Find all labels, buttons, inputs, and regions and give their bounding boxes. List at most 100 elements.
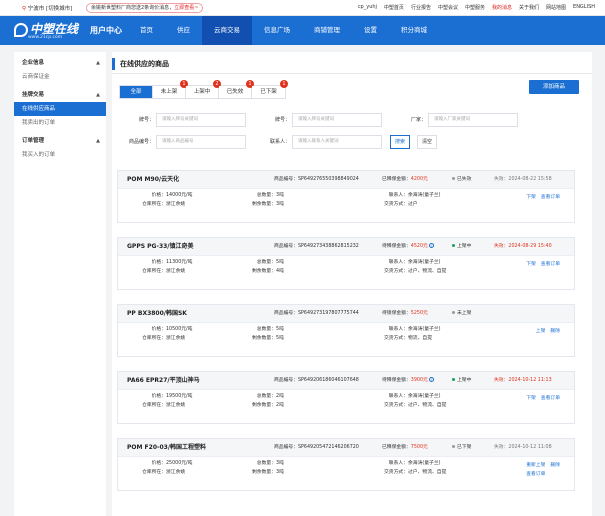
conference-link[interactable]: 中塑会议 <box>438 4 458 11</box>
delete-button[interactable]: 删除 <box>550 329 560 334</box>
warehouse-value: 浙江余姚 <box>166 470 186 475</box>
card-header: PA66 EPR27/平顶山神马 商品编号：SP64920618604610764… <box>118 372 574 390</box>
total-label: 总数量： <box>256 260 276 265</box>
delist-button[interactable]: 下架 <box>526 195 536 200</box>
nav-supply[interactable]: 供应 <box>165 16 202 45</box>
total-label: 总数量： <box>256 394 276 399</box>
delist-button[interactable]: 下架 <box>526 262 536 267</box>
product-name[interactable]: PA66 EPR27/平顶山神马 <box>127 372 200 390</box>
nav-points-mall[interactable]: 积分商城 <box>389 16 439 45</box>
product-name[interactable]: POM M90/云天化 <box>127 171 179 189</box>
tab-all[interactable]: 全部 <box>120 86 153 98</box>
nav-shop-manage[interactable]: 商铺管理 <box>302 16 352 45</box>
price-label: 价格： <box>151 327 166 332</box>
inquiry-notice[interactable]: 余姚新世塑料厂商您送2条询价消息，立即查看~ <box>86 3 204 13</box>
notice-link[interactable]: 立即查看~ <box>174 5 198 11</box>
clear-button[interactable]: 清空 <box>417 135 437 149</box>
card-actions: 下架 查看订单 <box>521 394 560 403</box>
group-title: 企业信息 <box>22 60 45 66</box>
price-value: 10500元/吨 <box>166 327 193 332</box>
total-value: 5吨 <box>276 260 284 265</box>
warehouse-value: 浙江余姚 <box>166 202 186 207</box>
service-link[interactable]: 中塑服务 <box>465 4 485 11</box>
home-link[interactable]: 中塑首页 <box>384 4 404 11</box>
sidebar-item-online-supply[interactable]: 在线供应商品 <box>14 102 106 116</box>
info-icon[interactable]: i <box>429 377 435 382</box>
tab-expired[interactable]: 已失效 1 <box>219 80 254 98</box>
contact-input[interactable]: 请输入联系人关键词 <box>292 135 382 149</box>
nav-info-square[interactable]: 信息广场 <box>252 16 302 45</box>
product-name[interactable]: PP BX3800/韩国SK <box>127 305 187 323</box>
nav-cloud-trade[interactable]: 云商交易 <box>202 16 252 45</box>
model-input[interactable]: 请输入牌号关键词 <box>292 113 382 127</box>
product-number: 商品编号：SP649205472146206720 <box>274 445 359 450</box>
delist-button[interactable]: 下架 <box>526 396 536 401</box>
search-button[interactable]: 搜索 <box>390 135 410 149</box>
add-product-button[interactable]: 添加商品 <box>529 80 579 94</box>
site-logo[interactable]: 中塑在线 www.21cp.com <box>14 20 78 40</box>
tab-listed[interactable]: 上架中 2 <box>186 80 221 98</box>
remain-label: 剩余数量： <box>252 403 276 408</box>
view-orders-button[interactable]: 查看订单 <box>541 262 560 267</box>
sidebar-group-orders[interactable]: 订单管理 ▲ <box>14 134 106 148</box>
card-body: 价格：14000元/吨 仓库所在：浙江余姚 总数量：3吨 剩余数量：3吨 联系人：余海涛… <box>118 191 574 223</box>
delivery-label: 交货方式： <box>384 269 408 274</box>
product-no-input[interactable]: 请输入商品编号 <box>156 135 246 149</box>
location-text: 宁波市 [切换城市] <box>27 6 73 12</box>
info-icon[interactable]: i <box>429 243 435 248</box>
product-name[interactable]: GPPS PG-33/镇江奇美 <box>127 238 193 256</box>
english-link[interactable]: ENGLISH <box>573 4 595 11</box>
price-value: 19500元/吨 <box>166 394 193 399</box>
card-header: POM M90/云天化 商品编号：SP649276550398849024 已释保金… <box>118 171 574 189</box>
contact-label: 联系人： <box>388 394 408 399</box>
delete-button[interactable]: 删除 <box>550 463 560 468</box>
price-label: 价格： <box>151 461 166 466</box>
delivery-label: 交货方式： <box>384 403 408 408</box>
report-link[interactable]: 行业报告 <box>411 4 431 11</box>
status-dot-icon <box>452 244 455 247</box>
list-button[interactable]: 上架 <box>536 329 546 334</box>
logo-mark-icon <box>14 22 28 37</box>
total-value: 3吨 <box>276 193 284 198</box>
status-text: 上架中 <box>457 244 472 249</box>
product-name[interactable]: POM F20-03/韩国工程塑料 <box>127 439 206 457</box>
tab-delisted[interactable]: 已下架 1 <box>252 80 288 98</box>
username-link[interactable]: cp_yuhj <box>358 4 377 11</box>
grade-input[interactable]: 请输入牌号关键词 <box>156 113 246 127</box>
main-nav: 中塑在线 www.21cp.com 用户中心 首页 供应 云商交易 信息广场 商铺… <box>0 16 605 45</box>
grade-label: 牌号： <box>138 117 154 123</box>
status-tabs: 全部 未上架 1 上架中 2 已失效 1 已下架 1 <box>119 80 288 99</box>
relist-button[interactable]: 重新上架 <box>526 463 545 468</box>
sidebar-group-listing[interactable]: 挂牌交易 ▲ <box>14 88 106 102</box>
total-value: 3吨 <box>276 461 284 466</box>
view-orders-button[interactable]: 查看订单 <box>541 396 560 401</box>
tab-unlisted[interactable]: 未上架 1 <box>153 80 188 98</box>
view-orders-button[interactable]: 查看订单 <box>541 195 560 200</box>
contact-value: 余海涛(童子兰) <box>408 193 441 198</box>
nav-settings[interactable]: 设置 <box>352 16 389 45</box>
status-text: 未上架 <box>457 311 472 316</box>
delivery-value: 过户、物流、自提 <box>408 403 447 408</box>
messages-link[interactable]: 我的消息 <box>492 4 512 11</box>
card-body: 价格：25000元/吨 仓库所在：浙江余姚 总数量：3吨 剩余数量：3吨 联系人：余海涛… <box>118 459 574 491</box>
status-text: 已下架 <box>457 445 472 450</box>
contact-label: 联系人： <box>388 461 408 466</box>
about-link[interactable]: 关于我们 <box>519 4 539 11</box>
sitemap-link[interactable]: 网站地图 <box>546 4 566 11</box>
view-orders-button[interactable]: 查看订单 <box>526 470 560 479</box>
factory-input[interactable]: 请输入厂家关键词 <box>428 113 518 127</box>
status-dot-icon <box>452 378 455 381</box>
sidebar-group-company[interactable]: 企业信息 ▲ <box>14 56 106 70</box>
sidebar-item-deposit[interactable]: 云商保证金 <box>14 70 106 84</box>
deposit-amount: 4200元 <box>410 177 428 182</box>
expire-time: 失效：2024-08-22 15:58 <box>494 177 552 182</box>
location-selector[interactable]: ⚲ 宁波市 [切换城市] <box>22 4 72 12</box>
remain-value: 2吨 <box>276 403 284 408</box>
total-value: 2吨 <box>276 394 284 399</box>
status-badge: 上架中 <box>452 372 471 390</box>
warehouse-label: 仓库所在： <box>142 336 166 341</box>
sidebar-item-bought-orders[interactable]: 我买入的订单 <box>14 148 106 162</box>
sidebar-item-sold-orders[interactable]: 我卖出的订单 <box>14 116 106 130</box>
model-label: 牌号： <box>274 117 290 123</box>
nav-home[interactable]: 首页 <box>128 16 165 45</box>
